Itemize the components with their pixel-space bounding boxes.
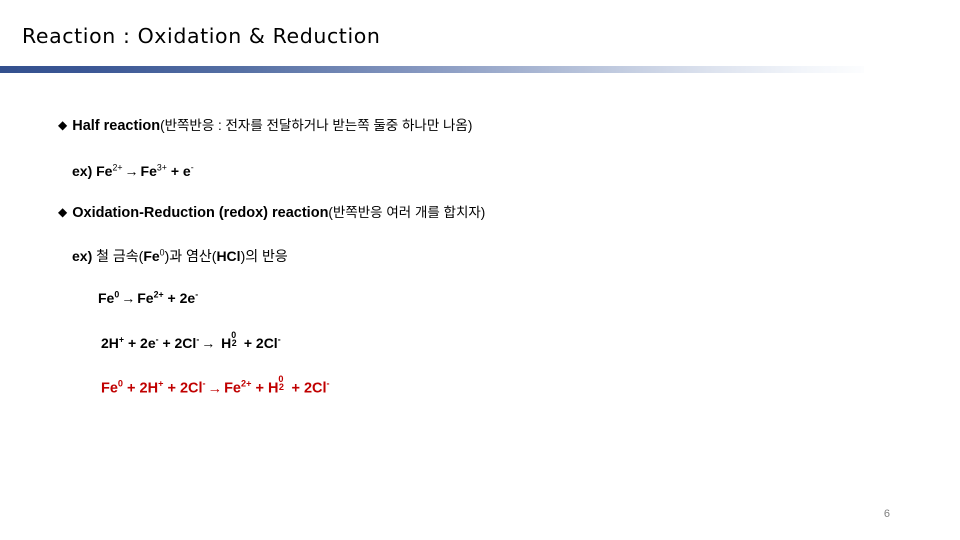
- bullet-heading-redox: Oxidation-Reduction (redox) reaction: [72, 205, 329, 221]
- slide-body: ◆ Half reaction(반쪽반응 : 전자를 전달하거나 받는쪽 둘중 하…: [0, 0, 960, 540]
- example1-electron: e: [182, 163, 191, 179]
- eq2-electron-charge: -: [155, 334, 159, 345]
- eq3-plus-3: +: [255, 380, 264, 397]
- bullet-item-redox-reaction: ◆ Oxidation-Reduction (redox) reaction(반쪽…: [58, 206, 485, 221]
- slide-canvas: Reaction : Oxidation & Reduction ◆ Half r…: [0, 0, 960, 540]
- diamond-bullet-icon: ◆: [58, 205, 68, 219]
- example2-text-reaction: )의 반응: [240, 248, 288, 264]
- bullet-note-close-paren: ): [467, 118, 473, 133]
- eq3-hydrogen-ion: 2H: [139, 380, 159, 397]
- example1-plus: +: [170, 163, 180, 179]
- example-label-1: ex): [72, 163, 93, 179]
- eq2-plus-2: +: [162, 335, 171, 351]
- eq2-electrons: 2e: [140, 335, 156, 351]
- eq1-plus: +: [167, 290, 176, 306]
- bullet-heading-half-reaction: Half reaction: [72, 118, 161, 134]
- eq1-right-charge: 2+: [153, 289, 164, 300]
- eq2-hydrogen-gas: H: [221, 335, 232, 351]
- eq3-chloride-out-charge: -: [326, 378, 330, 389]
- eq2-plus-1: +: [127, 335, 137, 351]
- eq3-hydrogen-charge: +: [158, 378, 164, 389]
- example-half-reaction: ex) Fe2+ → Fe3+ + e-: [72, 163, 194, 179]
- eq2-hydrogen-ion: 2H: [101, 335, 119, 351]
- equation-oxidation-half: Fe0 → Fe2+ + 2e-: [98, 290, 198, 306]
- eq3-iron-ion-charge: 2+: [241, 378, 252, 389]
- eq3-iron-oxidation-state: 0: [117, 378, 123, 389]
- equation-net-redox-highlighted: Fe0 + 2H+ + 2Cl- → Fe2+ + H02 + 2Cl-: [101, 374, 330, 397]
- eq1-left-species: Fe: [98, 290, 115, 306]
- eq3-hydrogen-gas-states: 02: [278, 374, 287, 393]
- example1-electron-charge: -: [190, 162, 194, 173]
- eq2-chloride-out-charge: -: [277, 334, 281, 345]
- example1-species-left: Fe: [96, 163, 113, 179]
- eq3-plus-2: +: [167, 380, 176, 397]
- example-redox-reaction: ex) 철 금속(Fe0)과 염산(HCl)의 반응: [72, 246, 288, 266]
- eq3-plus-4: +: [291, 380, 300, 397]
- eq2-chloride-out: 2Cl: [255, 335, 278, 351]
- diamond-bullet-icon: ◆: [58, 118, 68, 132]
- bullet-item-half-reaction: ◆ Half reaction(반쪽반응 : 전자를 전달하거나 받는쪽 둘중 하…: [58, 119, 472, 134]
- example2-species-fe: Fe: [143, 248, 160, 264]
- example-label-2: ex): [72, 248, 93, 264]
- bullet-note-half-reaction: 반쪽반응 : 전자를 전달하거나 받는쪽 둘중 하나만 나옴: [164, 118, 468, 133]
- eq1-electrons: 2e: [179, 290, 196, 306]
- example2-text-iron-metal: 철 금속(: [96, 248, 144, 264]
- eq2-chloride: 2Cl: [174, 335, 197, 351]
- page-number: 6: [883, 508, 890, 520]
- reaction-arrow-icon: →: [121, 290, 136, 306]
- eq1-electron-charge: -: [195, 289, 199, 300]
- eq1-right-species: Fe: [137, 290, 154, 306]
- eq3-chloride: 2Cl: [179, 380, 203, 397]
- reaction-arrow-icon: →: [207, 380, 223, 397]
- bullet-note-redox: 반쪽반응 여러 개를 합치자: [332, 205, 481, 220]
- eq2-hydrogen-charge: +: [118, 334, 125, 345]
- eq2-plus-3: +: [243, 335, 253, 351]
- example2-species-hcl: HCl: [216, 248, 241, 264]
- eq2-h2-subscript: 2: [231, 338, 237, 349]
- bullet-note-close-paren: ): [480, 205, 486, 220]
- reaction-arrow-icon: →: [124, 163, 139, 179]
- eq3-chloride-out: 2Cl: [303, 380, 327, 397]
- example1-species-right: Fe: [140, 163, 157, 179]
- eq3-iron-metal: Fe: [101, 380, 118, 397]
- eq3-plus-1: +: [127, 380, 136, 397]
- eq3-h2-subscript: 2: [278, 382, 284, 393]
- reaction-arrow-icon: →: [201, 335, 216, 351]
- example2-text-hydrochloric: )과 염산(: [164, 248, 217, 264]
- example1-charge-left: 2+: [112, 162, 123, 173]
- eq2-hydrogen-gas-states: 02: [231, 330, 240, 349]
- example1-charge-right: 3+: [156, 162, 167, 173]
- equation-reduction-half: 2H+ + 2e- + 2Cl- → H02 + 2Cl-: [101, 330, 281, 351]
- eq3-hydrogen-gas: H: [267, 380, 279, 397]
- eq3-iron-ion: Fe: [224, 380, 241, 397]
